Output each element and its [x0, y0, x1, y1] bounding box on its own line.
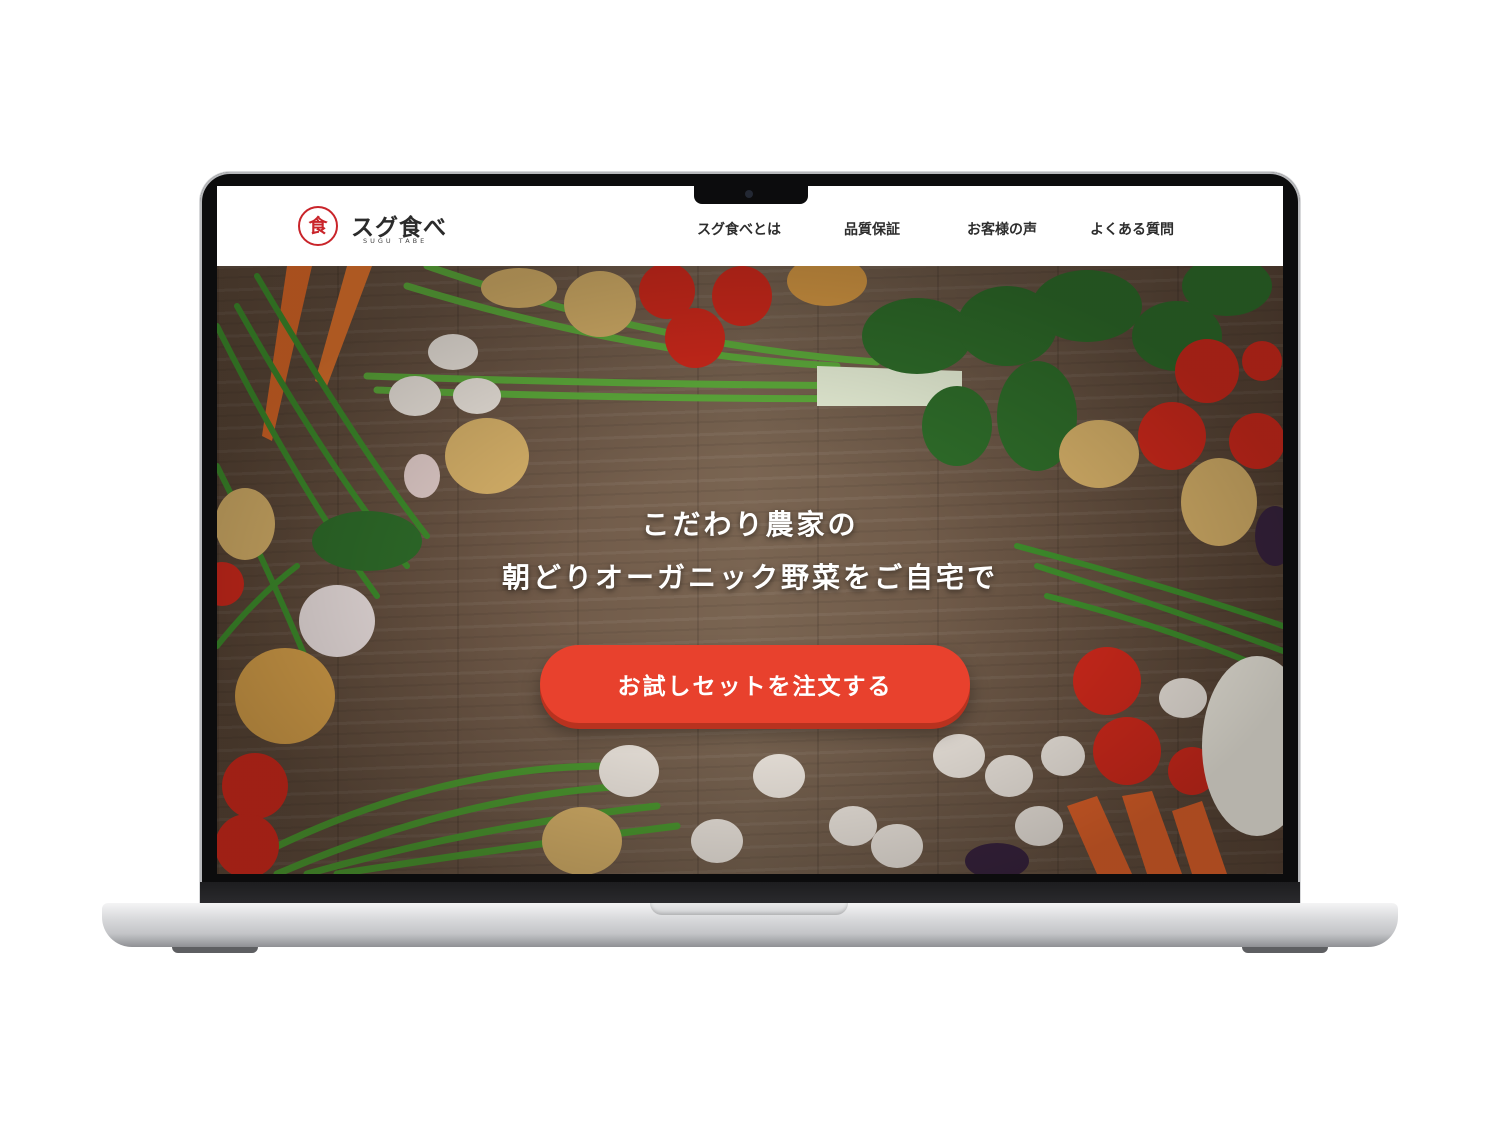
- laptop-base: [102, 903, 1398, 953]
- logo-icon[interactable]: 食: [298, 206, 338, 246]
- laptop-base-notch: [650, 903, 848, 915]
- nav-item-about[interactable]: スグ食べとは: [697, 219, 781, 239]
- order-trial-set-button[interactable]: お試しセットを注文する: [540, 645, 970, 723]
- camera-notch: [694, 186, 808, 204]
- hero-section: こだわり農家の 朝どりオーガニック野菜をご自宅で お試しセットを注文する: [217, 266, 1283, 874]
- laptop-foot-right: [1242, 947, 1328, 953]
- laptop-foot-left: [172, 947, 258, 953]
- hero-headline-line1: こだわり農家の: [641, 508, 859, 541]
- logo-mark-text: 食: [308, 214, 328, 237]
- nav-item-reviews[interactable]: お客様の声: [967, 219, 1037, 239]
- hero-headline-line2: 朝どりオーガニック野菜をご自宅で: [501, 561, 998, 594]
- browser-viewport: 食 スグ食べ SUGU TABE スグ食べとは 品質保証 お客様の声 よくある質…: [217, 186, 1283, 874]
- laptop-chin: [200, 882, 1300, 904]
- nav-item-faq[interactable]: よくある質問: [1090, 219, 1174, 239]
- camera-icon: [745, 190, 753, 198]
- nav-item-quality[interactable]: 品質保証: [844, 219, 900, 239]
- logo-subtitle: SUGU TABE: [363, 237, 428, 245]
